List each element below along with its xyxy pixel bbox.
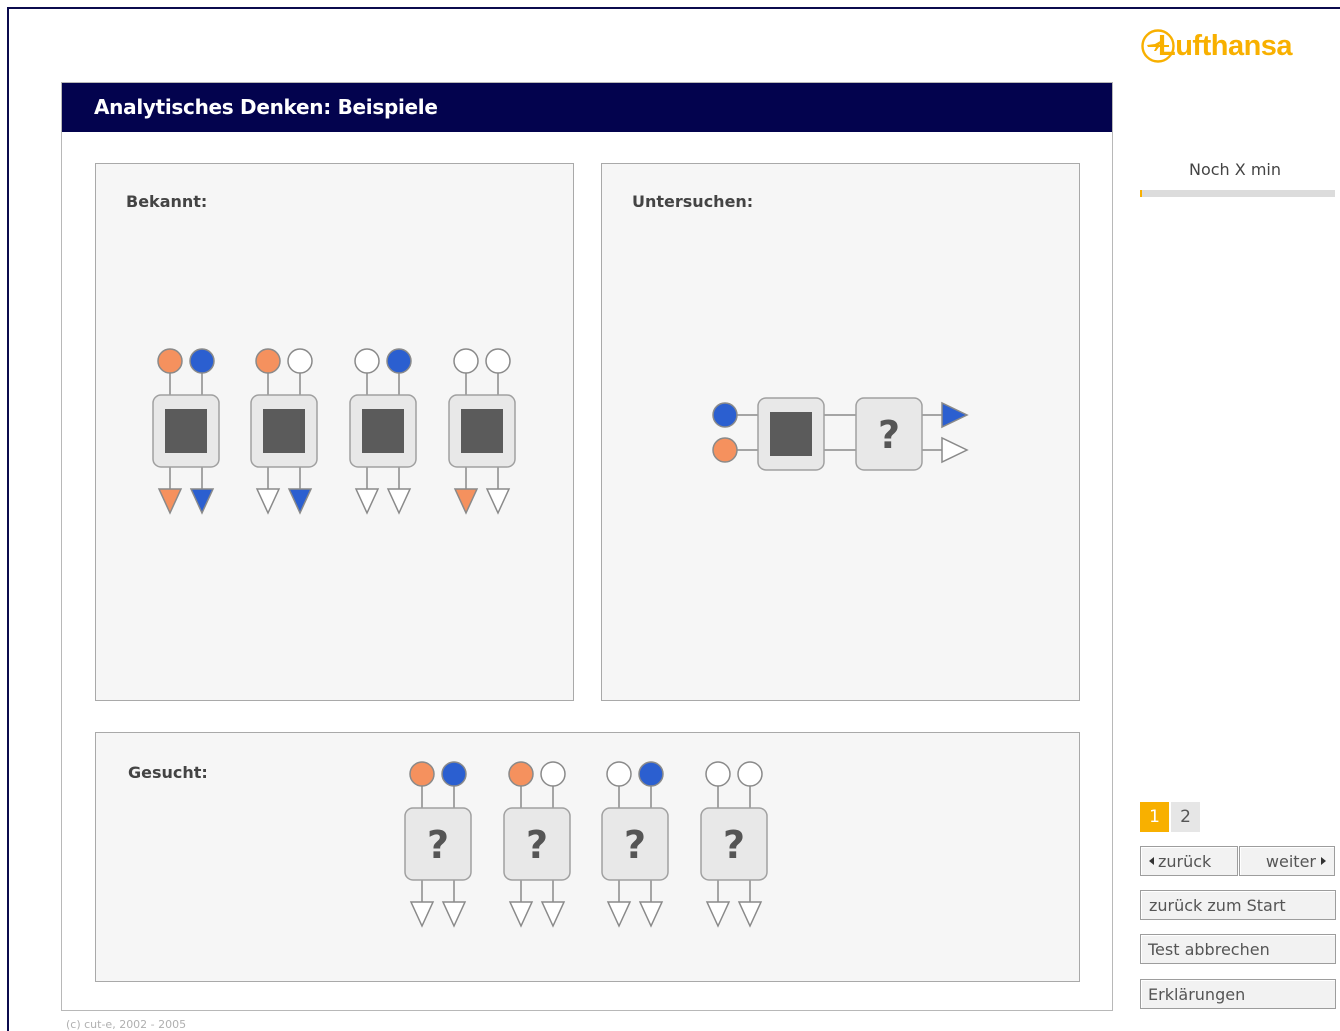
output-white (255, 488, 281, 515)
module-core (263, 409, 305, 453)
input-orange (712, 437, 738, 463)
input-orange (157, 348, 183, 374)
time-progress-bar (1140, 190, 1335, 197)
module-core (165, 409, 207, 453)
input-white (485, 348, 511, 374)
arrow-left-icon (1149, 857, 1154, 865)
back-label: zurück (1158, 851, 1212, 871)
output-white (441, 901, 467, 928)
window-frame-left (7, 7, 9, 1031)
output-white (386, 488, 412, 515)
input-white (606, 761, 632, 787)
input-blue (386, 348, 412, 374)
explanations-label: Erklärungen (1148, 984, 1246, 1004)
window-frame-top (7, 7, 1340, 9)
output-orange (157, 488, 183, 515)
back-button[interactable]: zurück (1140, 846, 1238, 876)
unknown-symbol: ? (624, 823, 646, 867)
input-white (287, 348, 313, 374)
pagination: 1 2 (1140, 802, 1200, 832)
input-white (453, 348, 479, 374)
cancel-test-button[interactable]: Test abbrechen (1140, 934, 1336, 964)
output-white (638, 901, 664, 928)
next-label: weiter (1265, 851, 1316, 871)
module-core (362, 409, 404, 453)
output-white (540, 901, 566, 928)
restart-label: zurück zum Start (1149, 895, 1286, 915)
input-white (540, 761, 566, 787)
logic-diagrams: ????? (152, 348, 969, 928)
explanations-button[interactable]: Erklärungen (1140, 979, 1336, 1009)
input-orange (508, 761, 534, 787)
cancel-test-label: Test abbrechen (1148, 939, 1270, 959)
input-white (354, 348, 380, 374)
input-white (737, 761, 763, 787)
module-core (770, 412, 812, 456)
output-white (941, 436, 969, 464)
unknown-symbol: ? (723, 823, 745, 867)
unknown-symbol: ? (427, 823, 449, 867)
input-blue (441, 761, 467, 787)
output-white (606, 901, 632, 928)
output-orange (453, 488, 479, 515)
input-blue (189, 348, 215, 374)
output-white (485, 488, 511, 515)
output-blue (287, 488, 313, 515)
main-panel: Analytisches Denken: Beispiele Bekannt: … (61, 82, 1113, 1011)
unknown-symbol: ? (878, 413, 900, 457)
input-blue (638, 761, 664, 787)
input-orange (409, 761, 435, 787)
page-1-button[interactable]: 1 (1140, 802, 1169, 832)
arrow-right-icon (1321, 857, 1326, 865)
input-blue (712, 402, 738, 428)
page-2-button[interactable]: 2 (1171, 802, 1200, 832)
copyright-text: (c) cut-e, 2002 - 2005 (66, 1018, 187, 1031)
module-core (461, 409, 503, 453)
output-white (737, 901, 763, 928)
input-orange (255, 348, 281, 374)
brand-name: Lufthansa (1158, 29, 1293, 62)
time-progress-fill (1140, 190, 1142, 197)
output-white (705, 901, 731, 928)
unknown-symbol: ? (526, 823, 548, 867)
restart-button[interactable]: zurück zum Start (1140, 890, 1336, 920)
output-white (354, 488, 380, 515)
brand-logo: Lufthansa (1140, 25, 1340, 67)
input-white (705, 761, 731, 787)
output-white (409, 901, 435, 928)
next-button[interactable]: weiter (1239, 846, 1335, 876)
output-blue (941, 401, 969, 429)
timer-label: Noch X min (1189, 160, 1281, 179)
output-white (508, 901, 534, 928)
output-blue (189, 488, 215, 515)
crane-logo-icon (1141, 29, 1175, 63)
